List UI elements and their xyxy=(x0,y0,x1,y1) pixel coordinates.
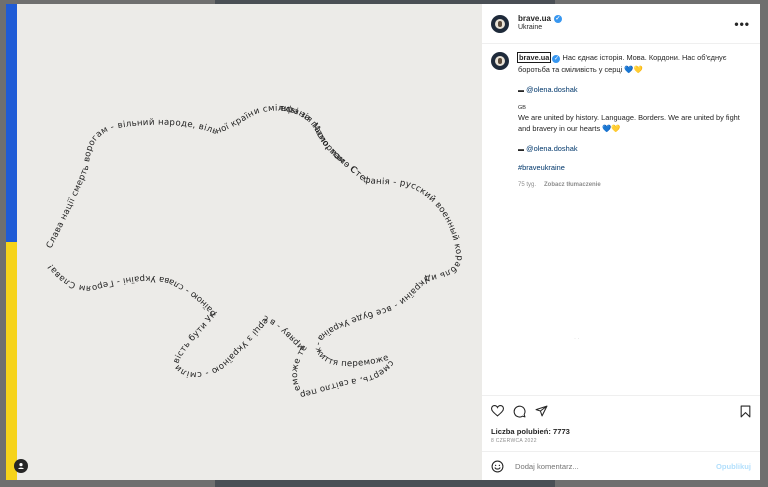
post-image: Слава нації смерть ворогам - вільний нар… xyxy=(6,4,482,480)
map-text-bottom: України - все буде Україна - життя перем… xyxy=(46,262,431,400)
loading-indicator: · · xyxy=(574,336,580,342)
comment-form: Opublikuj xyxy=(482,451,760,480)
bookmark-icon[interactable] xyxy=(740,405,751,418)
share-icon[interactable] xyxy=(535,405,548,417)
likes-count[interactable]: Liczba polubień: 7773 xyxy=(482,426,760,437)
ukraine-map-text-art: Слава нації смерть ворогам - вільний нар… xyxy=(6,4,464,400)
comment-icon[interactable] xyxy=(513,405,526,418)
action-bar xyxy=(482,395,760,426)
post-header: brave.ua ✓ Ukraine ••• xyxy=(482,4,760,44)
caption-mention[interactable]: @olena.doshak xyxy=(526,85,577,94)
comment-input[interactable] xyxy=(513,460,716,472)
backdrop-tile xyxy=(215,480,555,487)
heart-icon[interactable] xyxy=(491,405,504,417)
avatar[interactable] xyxy=(491,14,509,33)
caption-area: brave.ua ✓ Нас єднає історія. Мова. Корд… xyxy=(482,44,760,395)
caption-text-en: We are united by history. Language. Bord… xyxy=(518,112,740,134)
map-text-right: ефанія Мамо, мамо Стефанія - русский вое… xyxy=(6,4,464,283)
post-date[interactable]: 8 CZERWCA 2022 xyxy=(482,437,760,445)
user-tag-button[interactable] xyxy=(14,459,28,473)
caption-age: 75 tyg. xyxy=(518,181,537,188)
post-comment-button[interactable]: Opublikuj xyxy=(716,462,751,471)
caption-username[interactable]: brave.ua xyxy=(516,52,552,63)
verified-icon: ✓ xyxy=(552,55,561,63)
translate-link[interactable]: Zobacz tłumaczenie xyxy=(544,180,601,192)
header-username[interactable]: brave.ua xyxy=(518,14,551,24)
hashtag-link[interactable]: #braveukraine xyxy=(518,163,565,172)
header-location[interactable]: Ukraine xyxy=(518,24,562,33)
user-tag-icon xyxy=(18,463,24,469)
more-icon[interactable]: ••• xyxy=(734,17,750,31)
post-sidebar: brave.ua ✓ Ukraine ••• brave.ua ✓ Нас єд… xyxy=(482,4,760,480)
caption-avatar[interactable] xyxy=(491,52,509,70)
caption-text-ua: Нас єднає історія. Мова. Кордони. Нас об… xyxy=(518,53,727,74)
verified-icon: ✓ xyxy=(553,15,562,24)
caption-mention[interactable]: @olena.doshak xyxy=(526,144,577,153)
emoji-icon[interactable] xyxy=(491,460,504,473)
gb-label: GB xyxy=(518,104,526,111)
post-modal: Слава нації смерть ворогам - вільний нар… xyxy=(6,4,760,480)
